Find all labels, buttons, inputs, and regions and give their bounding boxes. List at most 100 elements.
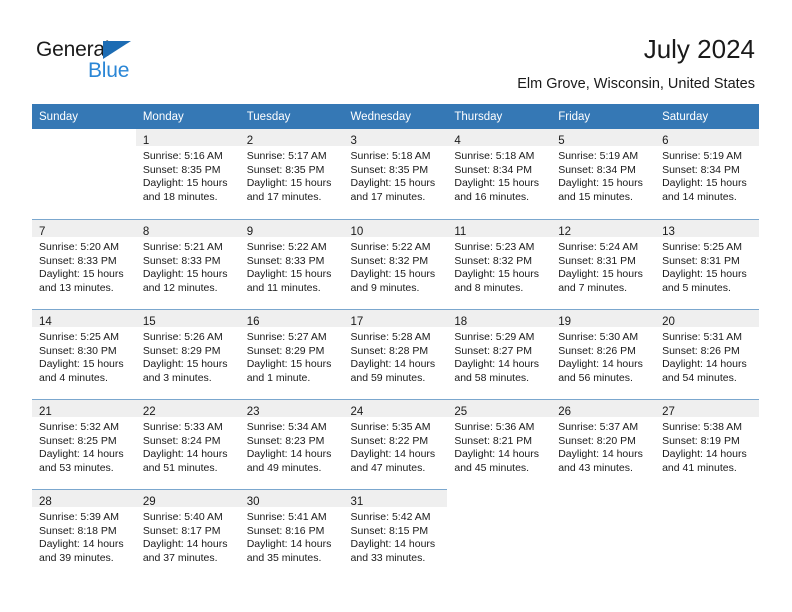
calendar-day[interactable]: 14 Sunrise: 5:25 AM Sunset: 8:30 PM Dayligh…: [32, 309, 136, 399]
calendar-day[interactable]: 31 Sunrise: 5:42 AM Sunset: 8:15 PM Dayligh…: [343, 489, 448, 579]
calendar-day[interactable]: 11 Sunrise: 5:23 AM Sunset: 8:32 PM Dayligh…: [447, 219, 552, 309]
weekday-header-thursday: Thursday: [447, 104, 552, 129]
day-sunrise-text: Sunrise: 5:18 AM: [454, 150, 535, 162]
day-sunset-text: Sunset: 8:19 PM: [662, 434, 740, 447]
day-daylight2-text: and 1 minute.: [246, 371, 311, 384]
day-sun-info: Sunrise: 5:26 AM Sunset: 8:29 PM Daylight:…: [136, 327, 240, 385]
day-number: 18: [454, 316, 468, 328]
calendar-day[interactable]: 23 Sunrise: 5:34 AM Sunset: 8:23 PM Dayligh…: [239, 399, 344, 489]
day-number-band: 24: [343, 400, 448, 418]
calendar-cell: [551, 489, 656, 579]
calendar-day[interactable]: 12 Sunrise: 5:24 AM Sunset: 8:31 PM Dayligh…: [551, 219, 656, 309]
day-sunset-text: Sunset: 8:25 PM: [39, 434, 117, 447]
calendar-day[interactable]: 30 Sunrise: 5:41 AM Sunset: 8:16 PM Dayligh…: [239, 489, 344, 579]
calendar-day[interactable]: 27 Sunrise: 5:38 AM Sunset: 8:19 PM Dayligh…: [655, 399, 759, 489]
calendar-cell: 17 Sunrise: 5:28 AM Sunset: 8:28 PM Dayligh…: [343, 309, 448, 399]
calendar-day[interactable]: 1 Sunrise: 5:16 AM Sunset: 8:35 PM Daylight…: [135, 129, 240, 219]
day-sunset-text: Sunset: 8:30 PM: [39, 344, 117, 357]
day-number-band: 13: [655, 220, 759, 238]
day-number: 28: [39, 496, 52, 508]
calendar-table: Sunday Monday Tuesday Wednesday Thursday…: [32, 104, 759, 579]
calendar-day[interactable]: 5 Sunrise: 5:19 AM Sunset: 8:34 PM Daylight…: [551, 129, 656, 219]
day-sun-info: Sunrise: 5:36 AM Sunset: 8:21 PM Daylight:…: [447, 417, 551, 475]
calendar-day[interactable]: 18 Sunrise: 5:29 AM Sunset: 8:27 PM Dayligh…: [447, 309, 552, 399]
calendar-day[interactable]: 17 Sunrise: 5:28 AM Sunset: 8:28 PM Dayligh…: [343, 309, 448, 399]
calendar-day[interactable]: 7 Sunrise: 5:20 AM Sunset: 8:33 PM Daylight…: [32, 219, 136, 309]
calendar-day[interactable]: 8 Sunrise: 5:21 AM Sunset: 8:33 PM Daylight…: [135, 219, 240, 309]
calendar-cell: 10 Sunrise: 5:22 AM Sunset: 8:32 PM Dayligh…: [343, 219, 448, 309]
day-number: 26: [558, 406, 572, 418]
day-number: 16: [246, 316, 260, 328]
day-number: 14: [39, 316, 52, 328]
weekday-header-saturday: Saturday: [655, 104, 759, 129]
day-daylight1-text: Daylight: 15 hours: [454, 268, 540, 281]
page-header: General Blue July 2024 Elm Grove, Wiscon…: [0, 0, 792, 104]
day-daylight2-text: and 54 minutes.: [662, 371, 737, 384]
day-sunset-text: Sunset: 8:29 PM: [246, 344, 325, 357]
day-number: 4: [454, 135, 461, 147]
calendar-day[interactable]: 26 Sunrise: 5:37 AM Sunset: 8:20 PM Dayligh…: [551, 399, 656, 489]
day-sunrise-text: Sunrise: 5:18 AM: [350, 150, 431, 162]
day-sunset-text: Sunset: 8:31 PM: [662, 254, 740, 267]
calendar-day[interactable]: 22 Sunrise: 5:33 AM Sunset: 8:24 PM Dayligh…: [135, 399, 240, 489]
day-daylight2-text: and 39 minutes.: [39, 551, 114, 564]
calendar-cell: 19 Sunrise: 5:30 AM Sunset: 8:26 PM Dayligh…: [551, 309, 656, 399]
calendar-day[interactable]: 3 Sunrise: 5:18 AM Sunset: 8:35 PM Daylight…: [343, 129, 448, 219]
day-sun-info: Sunrise: 5:18 AM Sunset: 8:35 PM Daylight:…: [344, 146, 448, 204]
weekday-header-monday: Monday: [135, 104, 240, 129]
day-daylight1-text: Daylight: 15 hours: [454, 177, 540, 190]
day-sunrise-text: Sunrise: 5:22 AM: [246, 241, 327, 253]
calendar-cell: 6 Sunrise: 5:19 AM Sunset: 8:34 PM Daylight…: [655, 129, 759, 219]
day-number: 17: [350, 316, 364, 328]
calendar-cell: 21 Sunrise: 5:32 AM Sunset: 8:25 PM Dayligh…: [32, 399, 136, 489]
day-daylight1-text: Daylight: 14 hours: [454, 358, 540, 371]
day-number-band: 9: [239, 220, 344, 238]
day-sun-info: Sunrise: 5:34 AM Sunset: 8:23 PM Daylight:…: [240, 417, 344, 475]
day-sunrise-text: Sunrise: 5:25 AM: [662, 241, 743, 253]
calendar-day[interactable]: 25 Sunrise: 5:36 AM Sunset: 8:21 PM Dayligh…: [447, 399, 552, 489]
calendar-day[interactable]: 29 Sunrise: 5:40 AM Sunset: 8:17 PM Dayligh…: [135, 489, 240, 579]
day-sunrise-text: Sunrise: 5:16 AM: [142, 150, 223, 162]
calendar-day[interactable]: 24 Sunrise: 5:35 AM Sunset: 8:22 PM Dayligh…: [343, 399, 448, 489]
day-sunset-text: Sunset: 8:18 PM: [39, 524, 117, 537]
day-daylight2-text: and 37 minutes.: [142, 551, 218, 564]
day-sunset-text: Sunset: 8:20 PM: [558, 434, 636, 447]
day-daylight2-text: and 47 minutes.: [350, 461, 426, 474]
day-number: 30: [246, 496, 260, 508]
calendar-day[interactable]: 10 Sunrise: 5:22 AM Sunset: 8:32 PM Dayligh…: [343, 219, 448, 309]
calendar-day[interactable]: 21 Sunrise: 5:32 AM Sunset: 8:25 PM Dayligh…: [32, 399, 136, 489]
general-blue-logo[interactable]: General Blue: [36, 38, 166, 84]
day-sun-info: Sunrise: 5:25 AM Sunset: 8:30 PM Daylight:…: [32, 327, 136, 385]
day-sunset-text: Sunset: 8:22 PM: [350, 434, 429, 447]
calendar-day[interactable]: 6 Sunrise: 5:19 AM Sunset: 8:34 PM Daylight…: [655, 129, 759, 219]
day-daylight2-text: and 51 minutes.: [142, 461, 218, 474]
day-sunset-text: Sunset: 8:23 PM: [246, 434, 325, 447]
day-sun-info: Sunrise: 5:17 AM Sunset: 8:35 PM Daylight:…: [240, 146, 344, 204]
calendar-day[interactable]: 20 Sunrise: 5:31 AM Sunset: 8:26 PM Dayligh…: [655, 309, 759, 399]
calendar-cell: 15 Sunrise: 5:26 AM Sunset: 8:29 PM Dayligh…: [135, 309, 240, 399]
calendar-day[interactable]: 13 Sunrise: 5:25 AM Sunset: 8:31 PM Dayligh…: [655, 219, 759, 309]
day-number-band: 1: [135, 129, 240, 147]
calendar-day[interactable]: 2 Sunrise: 5:17 AM Sunset: 8:35 PM Daylight…: [239, 129, 344, 219]
calendar-day[interactable]: 19 Sunrise: 5:30 AM Sunset: 8:26 PM Dayligh…: [551, 309, 656, 399]
day-daylight1-text: Daylight: 15 hours: [142, 268, 228, 281]
day-sun-info: Sunrise: 5:27 AM Sunset: 8:29 PM Daylight:…: [240, 327, 344, 385]
calendar-cell: 4 Sunrise: 5:18 AM Sunset: 8:34 PM Daylight…: [447, 129, 552, 219]
day-number: 21: [39, 406, 52, 418]
day-sunrise-text: Sunrise: 5:19 AM: [558, 150, 639, 162]
day-sun-info: Sunrise: 5:37 AM Sunset: 8:20 PM Daylight:…: [551, 417, 655, 475]
calendar-day[interactable]: 9 Sunrise: 5:22 AM Sunset: 8:33 PM Daylight…: [239, 219, 344, 309]
day-number-band: 10: [343, 220, 448, 238]
day-daylight1-text: Daylight: 15 hours: [558, 268, 643, 281]
calendar-day[interactable]: 28 Sunrise: 5:39 AM Sunset: 8:18 PM Dayligh…: [32, 489, 136, 579]
calendar-day[interactable]: 4 Sunrise: 5:18 AM Sunset: 8:34 PM Daylight…: [447, 129, 552, 219]
calendar-cell: 13 Sunrise: 5:25 AM Sunset: 8:31 PM Dayligh…: [655, 219, 759, 309]
day-daylight1-text: Daylight: 15 hours: [662, 268, 747, 281]
day-number-band: 2: [239, 129, 344, 147]
day-daylight1-text: Daylight: 15 hours: [142, 358, 228, 371]
day-sun-info: Sunrise: 5:33 AM Sunset: 8:24 PM Daylight:…: [136, 417, 240, 475]
calendar-day[interactable]: 16 Sunrise: 5:27 AM Sunset: 8:29 PM Dayligh…: [239, 309, 344, 399]
calendar-day[interactable]: 15 Sunrise: 5:26 AM Sunset: 8:29 PM Dayligh…: [135, 309, 240, 399]
day-number-band: 28: [32, 490, 136, 508]
day-number: 2: [246, 135, 254, 147]
